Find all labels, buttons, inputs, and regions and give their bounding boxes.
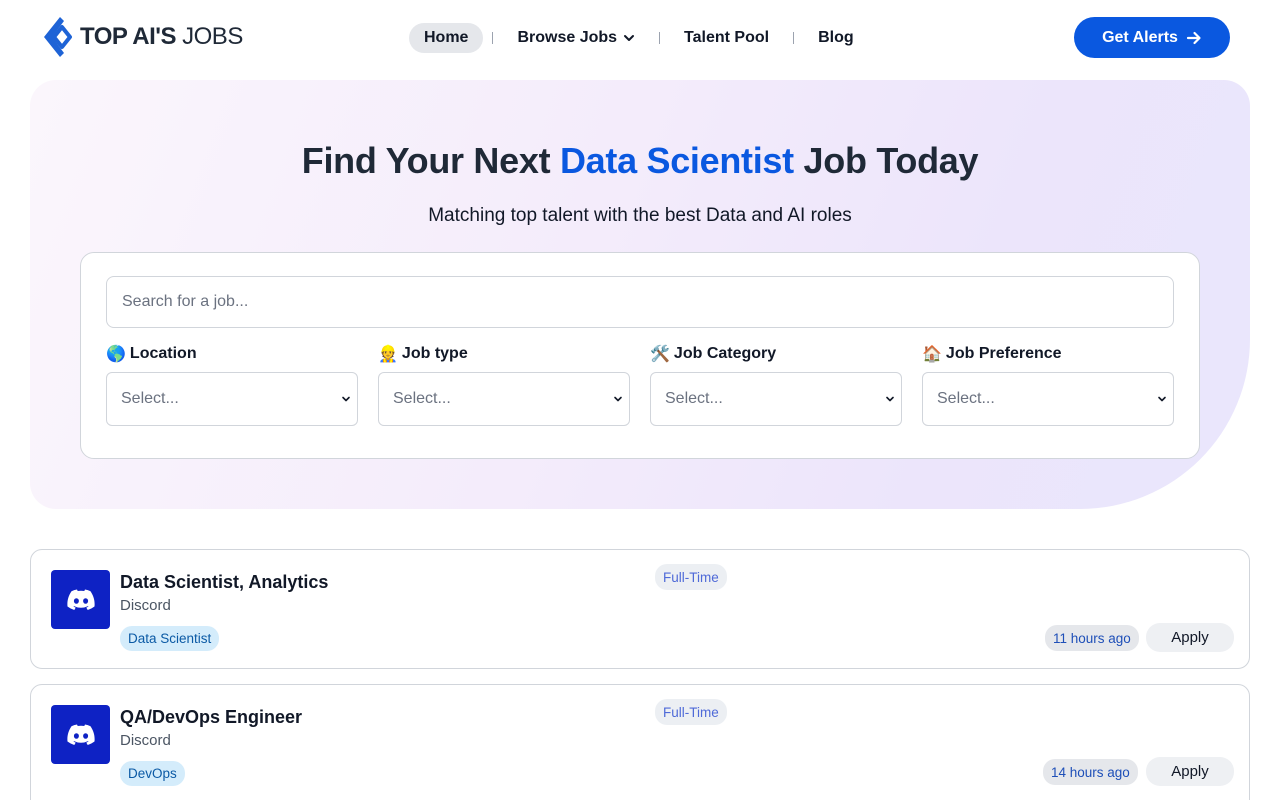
chevron-down-icon <box>886 396 894 402</box>
chevron-down-icon <box>624 34 635 41</box>
filter-location-text: Location <box>129 345 197 362</box>
site-logo[interactable]: TOP AI'S JOBS <box>40 14 243 60</box>
filter-job-preference: 🏠 Job Preference Select... <box>922 343 1174 426</box>
hero-title-accent: Data Scientist <box>559 140 794 181</box>
company-logo <box>51 705 110 764</box>
filter-job-preference-label: 🏠 Job Preference <box>922 343 1174 365</box>
filter-location-label: 🌎 Location <box>106 343 358 365</box>
nav-divider <box>793 31 795 44</box>
job-category-select[interactable]: Select... <box>650 372 902 426</box>
chevron-down-icon <box>1158 396 1166 402</box>
search-panel: 🌎Location Select... 👷Job type Select... … <box>80 252 1200 459</box>
nav-talent-pool[interactable]: Talent Pool <box>669 23 784 53</box>
worker-icon: 👷 <box>378 346 398 363</box>
hero-subtitle: Matching top talent with the best Data a… <box>428 205 852 226</box>
logo-text: TOP AI'S JOBS <box>80 23 243 51</box>
job-title[interactable]: QA/DevOps Engineer <box>120 707 302 728</box>
filter-location: 🌎 Location Select... <box>106 343 358 426</box>
job-company: Discord <box>120 597 171 614</box>
job-type-badge: Full-Time <box>655 564 727 590</box>
job-title[interactable]: Data Scientist, Analytics <box>120 572 328 593</box>
discord-icon <box>66 589 95 610</box>
chevron-down-icon <box>342 396 350 402</box>
logo-text-bold: TOP AI'S <box>80 23 176 50</box>
logo-text-thin: JOBS <box>175 23 243 50</box>
job-type-select-value: Select... <box>393 390 451 407</box>
location-select-value: Select... <box>121 390 179 407</box>
location-select[interactable]: Select... <box>106 372 358 426</box>
posted-time-badge: 14 hours ago <box>1043 759 1138 785</box>
job-card[interactable]: Data Scientist, Analytics Discord Data S… <box>30 549 1250 669</box>
hero-title-pre: Find Your Next <box>301 140 560 181</box>
get-alerts-button[interactable]: Get Alerts <box>1074 17 1230 58</box>
hero-title: Find Your Next Data Scientist Job Today <box>0 140 1280 182</box>
main-nav: Home Browse Jobs Talent Pool Blog <box>409 22 869 53</box>
posted-time-badge: 11 hours ago <box>1045 625 1139 651</box>
nav-divider <box>659 31 661 44</box>
company-logo <box>51 570 110 629</box>
nav-blog-label: Blog <box>818 28 854 46</box>
get-alerts-label: Get Alerts <box>1102 28 1178 46</box>
logo-diamond-icon <box>44 17 72 57</box>
nav-browse-jobs[interactable]: Browse Jobs <box>502 23 650 53</box>
filter-job-type: 👷 Job type Select... <box>378 343 630 426</box>
nav-home-label: Home <box>424 28 469 46</box>
filter-job-category-text: Job Category <box>673 345 777 362</box>
job-type-select[interactable]: Select... <box>378 372 630 426</box>
house-icon: 🏠 <box>922 346 942 363</box>
chevron-down-icon <box>614 396 622 402</box>
job-search-input[interactable] <box>106 276 1174 328</box>
job-category-tag[interactable]: DevOps <box>120 761 185 786</box>
job-preference-select-value: Select... <box>937 390 995 407</box>
filter-job-type-text: Job type <box>401 345 468 362</box>
arrow-right-icon <box>1186 31 1201 44</box>
job-card[interactable]: QA/DevOps Engineer Discord DevOps Full-T… <box>30 684 1250 800</box>
filter-job-category-label: 🛠️ Job Category <box>650 343 902 365</box>
nav-blog[interactable]: Blog <box>803 23 869 53</box>
apply-button[interactable]: Apply <box>1146 623 1234 652</box>
job-preference-select[interactable]: Select... <box>922 372 1174 426</box>
job-type-badge: Full-Time <box>655 699 727 725</box>
nav-browse-jobs-label: Browse Jobs <box>517 28 618 46</box>
job-category-select-value: Select... <box>665 390 723 407</box>
tools-icon: 🛠️ <box>650 346 670 363</box>
discord-icon <box>66 724 95 745</box>
nav-home[interactable]: Home <box>409 22 484 53</box>
nav-divider <box>492 31 494 44</box>
job-category-tag[interactable]: Data Scientist <box>120 626 220 651</box>
globe-icon: 🌎 <box>106 346 126 363</box>
apply-button[interactable]: Apply <box>1146 757 1234 786</box>
site-header: TOP AI'S JOBS Home Browse Jobs Talent Po… <box>0 0 1280 76</box>
hero-title-post: Job Today <box>793 140 979 181</box>
filter-job-type-label: 👷 Job type <box>378 343 630 365</box>
job-company: Discord <box>120 732 171 749</box>
filter-job-preference-text: Job Preference <box>945 345 1062 362</box>
filter-job-category: 🛠️ Job Category Select... <box>650 343 902 426</box>
nav-talent-pool-label: Talent Pool <box>684 28 770 46</box>
